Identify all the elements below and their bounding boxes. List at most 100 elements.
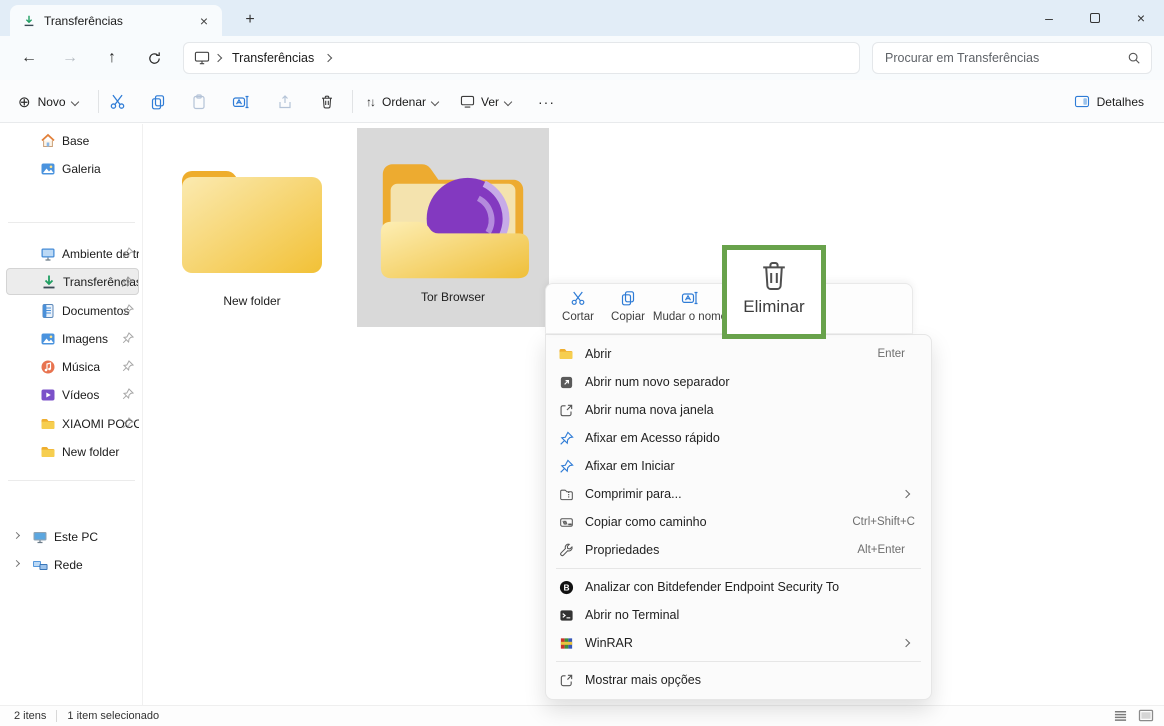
share-icon xyxy=(276,93,294,111)
sidebar-item-videos[interactable]: Vídeos xyxy=(6,381,139,408)
menu-item-abrir-nova-janela[interactable]: Abrir numa nova janela xyxy=(546,396,931,424)
delete-icon xyxy=(318,93,336,111)
menu-item-label: Mostrar mais opções xyxy=(585,673,921,687)
file-tile-new-folder[interactable]: New folder xyxy=(156,128,348,327)
forward-button[interactable]: → xyxy=(55,44,85,72)
sidebar-item-rede[interactable]: Rede xyxy=(6,551,139,578)
sidebar-item-new-folder[interactable]: New folder xyxy=(6,438,139,465)
sidebar-item-musica[interactable]: Música xyxy=(6,353,139,380)
new-label: Novo xyxy=(38,95,66,109)
pin-icon xyxy=(121,276,133,288)
music-icon xyxy=(40,359,56,375)
minimize-button[interactable]: – xyxy=(1026,0,1072,36)
menu-item-abrir[interactable]: Abrir Enter xyxy=(546,340,931,368)
new-icon: ⊕ xyxy=(18,93,31,111)
menu-item-bitdefender-scan[interactable]: B Analizar con Bitdefender Endpoint Secu… xyxy=(546,573,931,601)
view-icon xyxy=(458,93,476,111)
share-button[interactable] xyxy=(270,87,300,116)
menu-item-label: Copiar como caminho xyxy=(585,515,852,529)
pin-icon xyxy=(122,417,134,429)
pin-icon xyxy=(558,458,574,474)
sidebar-item-xiaomi-poco-f[interactable]: XIAOMI POCO F xyxy=(6,410,139,437)
pin-icon xyxy=(122,247,134,259)
cut-button[interactable] xyxy=(102,87,132,116)
menu-shortcut: Alt+Enter xyxy=(857,544,905,556)
menu-shortcut: Enter xyxy=(878,348,906,360)
paste-button[interactable] xyxy=(184,87,214,116)
search-input[interactable] xyxy=(885,51,1127,65)
thumbnail-view-toggle-icon[interactable] xyxy=(1138,709,1154,722)
sidebar-item-label: Base xyxy=(62,134,139,148)
rename-command[interactable]: Mudar o nome xyxy=(654,290,726,323)
menu-item-comprimir-para[interactable]: Comprimir para... xyxy=(546,480,931,508)
bitdefender-icon: B xyxy=(558,579,574,595)
folder-icon xyxy=(172,140,332,290)
sidebar-item-base[interactable]: Base xyxy=(6,127,139,154)
menu-item-abrir-no-terminal[interactable]: Abrir no Terminal xyxy=(546,601,931,629)
cut-command[interactable]: Cortar xyxy=(556,290,600,323)
file-tile-tor-browser[interactable]: Tor Browser xyxy=(357,128,549,327)
new-button[interactable]: ⊕ Novo xyxy=(12,87,89,116)
title-bar: Transferências × + – × xyxy=(0,0,1164,36)
maximize-button[interactable] xyxy=(1072,0,1118,36)
back-button[interactable]: ← xyxy=(14,44,44,72)
pin-icon xyxy=(122,388,134,400)
search-icon[interactable] xyxy=(1127,51,1141,65)
toolbar-divider xyxy=(98,90,99,113)
sidebar-item-galeria[interactable]: Galeria xyxy=(6,155,139,182)
expand-chevron-icon[interactable] xyxy=(13,560,20,567)
menu-item-winrar[interactable]: WinRAR xyxy=(546,629,931,657)
sidebar-item-transferencias[interactable]: Transferências xyxy=(6,268,139,295)
view-button[interactable]: Ver xyxy=(452,87,522,116)
pin-icon xyxy=(122,360,134,372)
menu-item-afixar-iniciar[interactable]: Afixar em Iniciar xyxy=(546,452,931,480)
copy-button[interactable] xyxy=(143,87,173,116)
new-tab-button[interactable]: + xyxy=(238,8,262,32)
sort-button[interactable]: ↑↓ Ordenar xyxy=(360,87,449,116)
breadcrumb-segment[interactable]: Transferências xyxy=(232,51,314,65)
refresh-button[interactable] xyxy=(139,44,169,72)
chevron-down-icon xyxy=(431,97,439,105)
rename-button[interactable] xyxy=(226,87,256,116)
copy-command[interactable]: Copiar xyxy=(606,290,650,323)
maximize-icon xyxy=(1090,13,1100,23)
sidebar-item-este-pc[interactable]: Este PC xyxy=(6,523,139,550)
copy-icon xyxy=(620,290,636,306)
up-button[interactable]: ↑ xyxy=(97,44,127,72)
delete-button[interactable] xyxy=(312,87,342,116)
details-pane-icon xyxy=(1073,93,1091,111)
view-label: Ver xyxy=(481,95,499,109)
list-view-toggle-icon[interactable] xyxy=(1113,709,1128,722)
menu-item-propriedades[interactable]: Propriedades Alt+Enter xyxy=(546,536,931,564)
sort-icon: ↑↓ xyxy=(366,95,374,109)
file-name: New folder xyxy=(223,294,280,308)
details-pane-button[interactable]: Detalhes xyxy=(1067,87,1150,116)
see-more-button[interactable]: ··· xyxy=(532,87,561,116)
menu-item-label: Abrir numa nova janela xyxy=(585,403,921,417)
navigation-bar: ← → ↑ Transferências xyxy=(0,36,1164,80)
menu-item-abrir-novo-separador[interactable]: Abrir num novo separador xyxy=(546,368,931,396)
menu-item-mostrar-mais-opcoes[interactable]: Mostrar mais opções xyxy=(546,666,931,694)
address-bar[interactable]: Transferências xyxy=(183,42,860,74)
menu-item-label: Afixar em Iniciar xyxy=(585,459,921,473)
expand-chevron-icon[interactable] xyxy=(13,532,20,539)
sidebar-item-ambiente-de-trabalho[interactable]: Ambiente de tra xyxy=(6,240,139,267)
breadcrumb-chevron-icon[interactable] xyxy=(324,54,332,62)
submenu-chevron-icon xyxy=(902,490,910,498)
pin-icon xyxy=(558,430,574,446)
menu-shortcut: Ctrl+Shift+C xyxy=(852,516,915,528)
sidebar-item-imagens[interactable]: Imagens xyxy=(6,325,139,352)
refresh-icon xyxy=(147,51,162,66)
tab-close-button[interactable]: × xyxy=(194,11,214,31)
sort-label: Ordenar xyxy=(382,95,426,109)
folder-icon xyxy=(40,444,56,460)
menu-item-afixar-acesso-rapido[interactable]: Afixar em Acesso rápido xyxy=(546,424,931,452)
delete-command-highlight[interactable]: Eliminar xyxy=(722,245,826,339)
menu-item-copiar-como-caminho[interactable]: Copiar como caminho Ctrl+Shift+C xyxy=(546,508,931,536)
sidebar-item-documentos[interactable]: Documentos xyxy=(6,297,139,324)
gallery-icon xyxy=(40,161,56,177)
explorer-tab[interactable]: Transferências × xyxy=(10,5,222,36)
search-box[interactable] xyxy=(872,42,1152,74)
close-button[interactable]: × xyxy=(1118,0,1164,36)
pin-icon xyxy=(122,332,134,344)
